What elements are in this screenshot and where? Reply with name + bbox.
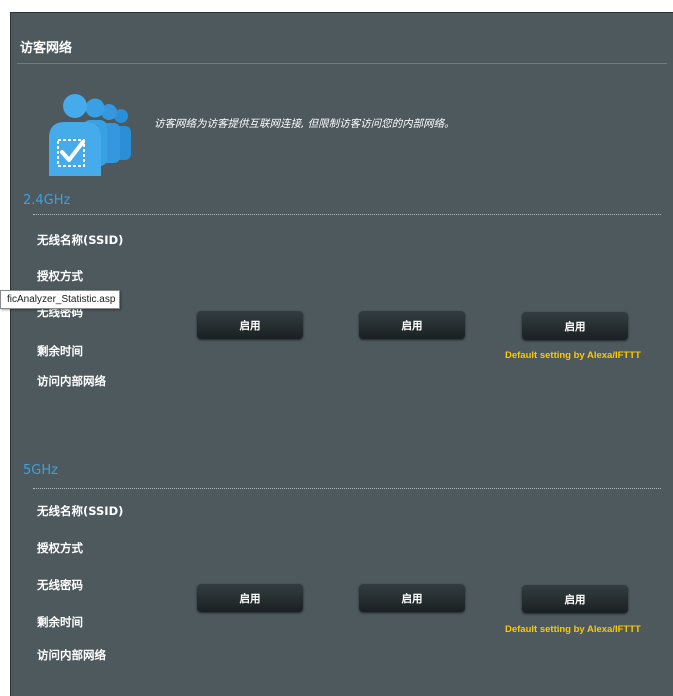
alexa-ifttt-note-5ghz: Default setting by Alexa/IFTTT (505, 624, 641, 635)
label-remaining-time: 剩余时间 (37, 615, 83, 629)
enable-button-5ghz-2[interactable]: 启用 (359, 584, 465, 612)
label-intranet-access: 访问内部网络 (37, 648, 106, 662)
label-wireless-key: 无线密码 (37, 578, 83, 592)
label-auth-method: 授权方式 (37, 269, 83, 283)
enable-button-24ghz-2[interactable]: 启用 (359, 311, 465, 339)
alexa-ifttt-note-24ghz: Default setting by Alexa/IFTTT (505, 350, 641, 361)
label-auth-method: 授权方式 (37, 541, 83, 555)
guest-network-description: 访客网络为访客提供互联网连接, 但限制访客访问您的内部网络。 (154, 118, 455, 130)
label-intranet-access: 访问内部网络 (37, 374, 106, 388)
band-24ghz-title: 2.4GHz (23, 193, 71, 208)
band-24ghz-divider (33, 214, 661, 215)
label-ssid: 无线名称(SSID) (37, 233, 124, 247)
band-5ghz-divider (33, 488, 661, 489)
band-5ghz-title: 5GHz (23, 463, 58, 478)
enable-button-24ghz-3[interactable]: 启用 (522, 312, 628, 340)
enable-button-5ghz-1[interactable]: 启用 (197, 584, 303, 612)
label-remaining-time: 剩余时间 (37, 344, 83, 358)
guest-network-panel: 访客网络 访客网络为访客提供互联网连接, 但限制访客访问您的内部网络。 2.4G… (10, 12, 673, 696)
status-url-tooltip: ficAnalyzer_Statistic.asp (0, 290, 121, 309)
enable-button-5ghz-3[interactable]: 启用 (522, 585, 628, 613)
page-title: 访客网络 (20, 41, 73, 56)
title-divider (17, 63, 667, 64)
label-ssid: 无线名称(SSID) (37, 504, 124, 518)
guest-network-people-check-icon (49, 94, 131, 176)
enable-button-24ghz-1[interactable]: 启用 (197, 311, 303, 339)
